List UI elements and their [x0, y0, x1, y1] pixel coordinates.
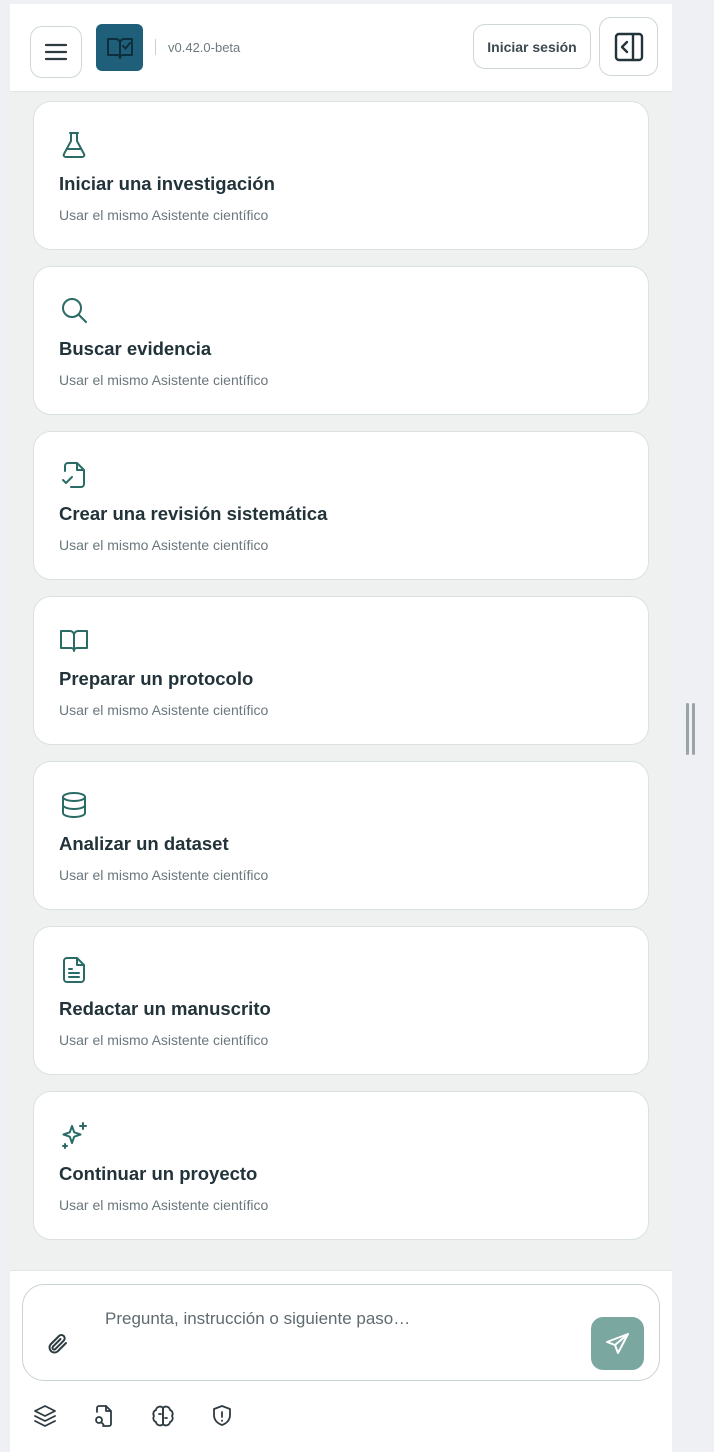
header-divider — [155, 39, 156, 55]
shield-alert-icon[interactable] — [209, 1403, 235, 1429]
card-title: Crear una revisión sistemática — [59, 503, 328, 524]
suggestion-card-search-evidence[interactable]: Buscar evidencia Usar el mismo Asistente… — [33, 266, 649, 415]
card-subtitle: Usar el mismo Asistente científico — [59, 1032, 269, 1048]
version-label: v0.42.0-beta — [168, 40, 241, 55]
search-icon — [62, 298, 87, 323]
hamburger-icon — [45, 43, 67, 61]
flask-icon — [62, 132, 86, 158]
file-text-icon — [63, 957, 85, 983]
database-icon — [62, 792, 86, 819]
top-bar: v0.42.0-beta Iniciar sesión — [10, 4, 672, 92]
sparkles-icon — [62, 1122, 87, 1149]
brain-icon[interactable] — [150, 1403, 176, 1429]
suggestion-card-start-research[interactable]: Iniciar una investigación Usar el mismo … — [33, 101, 649, 250]
app-logo[interactable] — [96, 24, 143, 71]
card-title: Redactar un manuscrito — [59, 998, 271, 1019]
toggle-panel-button[interactable] — [599, 17, 658, 76]
book-open-icon — [60, 630, 88, 652]
suggestion-card-protocol[interactable]: Preparar un protocolo Usar el mismo Asis… — [33, 596, 649, 745]
suggestion-card-manuscript[interactable]: Redactar un manuscrito Usar el mismo Asi… — [33, 926, 649, 1075]
card-subtitle: Usar el mismo Asistente científico — [59, 537, 269, 553]
file-check-icon — [62, 462, 85, 488]
file-search-icon[interactable] — [91, 1403, 117, 1429]
composer-area — [10, 1270, 672, 1452]
suggestion-list[interactable]: Iniciar una investigación Usar el mismo … — [10, 92, 672, 1270]
card-subtitle: Usar el mismo Asistente científico — [59, 207, 269, 223]
prompt-input[interactable] — [105, 1305, 575, 1333]
card-subtitle: Usar el mismo Asistente científico — [59, 1197, 269, 1213]
book-check-icon — [106, 37, 133, 59]
suggestion-card-systematic-review[interactable]: Crear una revisión sistemática Usar el m… — [33, 431, 649, 580]
card-subtitle: Usar el mismo Asistente científico — [59, 372, 269, 388]
send-button[interactable] — [591, 1317, 644, 1370]
menu-button[interactable] — [30, 26, 82, 78]
app-window: v0.42.0-beta Iniciar sesión Iniciar una … — [10, 4, 672, 1452]
card-subtitle: Usar el mismo Asistente científico — [59, 702, 269, 718]
card-title: Preparar un protocolo — [59, 668, 254, 689]
card-title: Continuar un proyecto — [59, 1163, 258, 1184]
card-title: Analizar un dataset — [59, 833, 229, 854]
login-button[interactable]: Iniciar sesión — [473, 24, 591, 69]
suggestion-card-continue-project[interactable]: Continuar un proyecto Usar el mismo Asis… — [33, 1091, 649, 1240]
card-title: Buscar evidencia — [59, 338, 212, 359]
suggestion-card-dataset[interactable]: Analizar un dataset Usar el mismo Asiste… — [33, 761, 649, 910]
send-icon — [605, 1332, 629, 1354]
layers-icon[interactable] — [32, 1403, 58, 1429]
resize-handle[interactable] — [686, 703, 696, 755]
paperclip-icon[interactable] — [45, 1331, 71, 1357]
card-subtitle: Usar el mismo Asistente científico — [59, 867, 269, 883]
card-title: Iniciar una investigación — [59, 173, 275, 194]
prompt-composer — [22, 1284, 660, 1381]
panel-left-close-icon — [614, 32, 643, 61]
